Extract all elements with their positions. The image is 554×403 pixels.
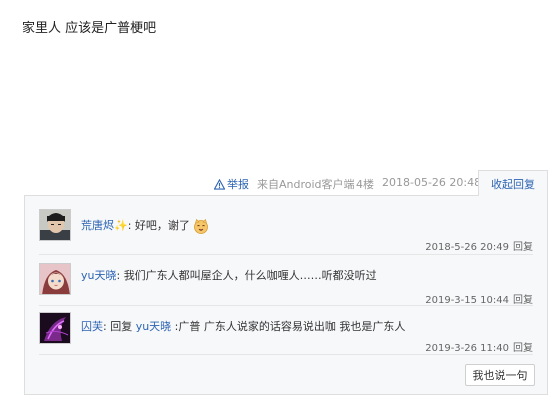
reply-separator: :	[116, 269, 124, 282]
reply-box: 荒唐烬✨: 好吧，谢了 2018-5-26 20:49 回复 yu天晓: 我们广…	[24, 195, 548, 395]
reply-word: 回复	[110, 320, 136, 333]
floor-number: 4楼	[356, 178, 374, 191]
reply-username[interactable]: 囚芙	[81, 320, 103, 333]
reply-time: 2018-5-26 20:49	[425, 242, 509, 253]
reply-body: 好吧，谢了	[134, 219, 190, 232]
reply-target-username[interactable]: yu天晓	[136, 320, 171, 333]
smiling-cat-emoji-icon	[194, 218, 209, 234]
reply-button[interactable]: 回复	[513, 242, 533, 253]
avatar[interactable]	[39, 263, 71, 295]
report-label[interactable]: 举报	[227, 176, 249, 192]
avatar-image	[40, 210, 70, 240]
reply-text-line: yu天晓: 我们广东人都叫屋企人，什么咖喱人……听都没听过	[81, 267, 377, 283]
collapse-replies-label[interactable]: 收起回复	[491, 176, 535, 192]
reply-button[interactable]: 回复	[513, 343, 533, 354]
reply-text-line: 荒唐烬✨: 好吧，谢了	[81, 217, 209, 234]
divider	[39, 305, 533, 306]
add-reply-label[interactable]: 我也说一句	[473, 367, 528, 383]
divider	[39, 254, 533, 255]
post-content: 家里人 应该是广普梗吧	[22, 21, 157, 36]
post-meta-bar: 举报 来自Android客户端 4楼 2018-05-26 20:48	[0, 176, 554, 192]
reply-time: 2019-3-26 11:40	[425, 343, 509, 354]
divider	[39, 354, 533, 355]
report-link[interactable]: 举报	[214, 176, 249, 192]
tab-connector	[479, 195, 547, 197]
reply-separator: :	[127, 219, 135, 232]
add-reply-button[interactable]: 我也说一句	[465, 364, 535, 386]
avatar[interactable]	[39, 209, 71, 241]
client-source: 来自Android客户端	[257, 178, 355, 191]
reply-body: :广普 广东人说家的话容易说出咖 我也是广东人	[171, 320, 406, 333]
reply-username[interactable]: 荒唐烬	[81, 219, 114, 232]
reply-body: 我们广东人都叫屋企人，什么咖喱人……听都没听过	[123, 269, 377, 282]
collapse-replies-button[interactable]: 收起回复	[478, 170, 548, 196]
avatar[interactable]	[39, 312, 71, 344]
reply-timestamp: 2019-3-26 11:40 回复	[425, 339, 533, 354]
warning-icon	[214, 178, 225, 190]
reply-timestamp: 2018-5-26 20:49 回复	[425, 238, 533, 253]
reply-username[interactable]: yu天晓	[81, 269, 116, 282]
avatar-image	[40, 264, 70, 294]
post-time: 2018-05-26 20:48	[382, 176, 482, 189]
user-decoration: ✨	[114, 219, 128, 232]
reply-timestamp: 2019-3-15 10:44 回复	[425, 291, 533, 306]
reply-text-line: 囚芙: 回复 yu天晓 :广普 广东人说家的话容易说出咖 我也是广东人	[81, 318, 405, 334]
avatar-image	[40, 313, 70, 343]
